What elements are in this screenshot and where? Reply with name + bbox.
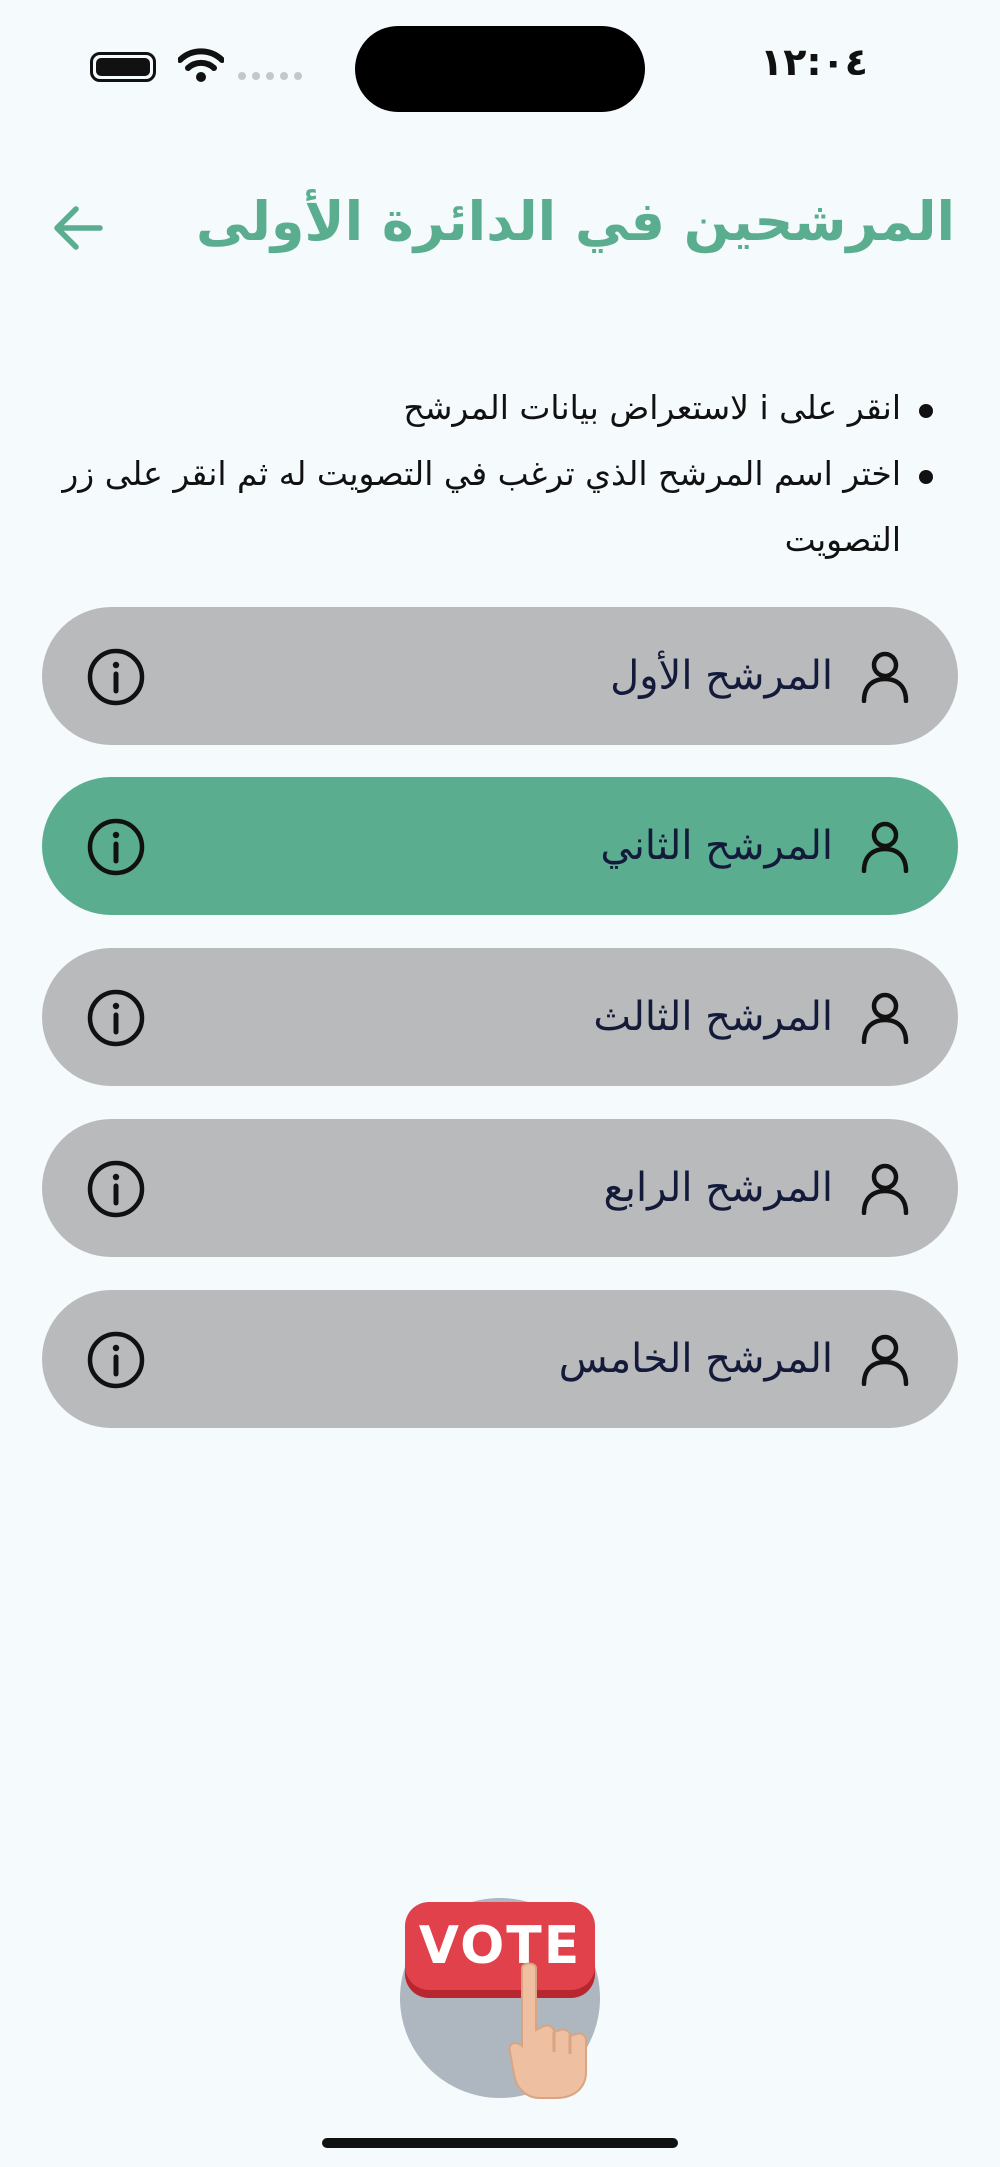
user-icon — [861, 1334, 909, 1386]
candidate-item-2[interactable]: المرشح الثاني — [42, 777, 958, 915]
instruction-item: انقر على i لاستعراض بيانات المرشح — [55, 375, 935, 441]
candidate-name: المرشح الخامس — [558, 1336, 833, 1382]
candidate-name: المرشح الثالث — [593, 994, 833, 1040]
candidate-name: المرشح الثاني — [600, 823, 833, 869]
page-title: المرشحين في الدائرة الأولى — [195, 190, 955, 253]
wifi-icon — [178, 48, 224, 82]
status-bar: ١٢:٠٤ — [0, 0, 1000, 140]
vote-button[interactable] — [400, 1898, 600, 2098]
user-icon — [861, 651, 909, 703]
user-icon — [861, 992, 909, 1044]
user-icon — [861, 1163, 909, 1215]
candidate-item-4[interactable]: المرشح الرابع — [42, 1119, 958, 1257]
instructions-list: انقر على i لاستعراض بيانات المرشح اختر ا… — [55, 375, 935, 573]
signal-dots-icon — [238, 72, 302, 80]
info-icon[interactable] — [86, 817, 146, 877]
candidate-name: المرشح الأول — [610, 653, 833, 699]
dynamic-island — [355, 26, 645, 112]
info-icon[interactable] — [86, 1330, 146, 1390]
info-icon[interactable] — [86, 647, 146, 707]
info-icon[interactable] — [86, 988, 146, 1048]
arrow-left-icon[interactable] — [50, 200, 106, 256]
candidate-item-3[interactable]: المرشح الثالث — [42, 948, 958, 1086]
home-indicator — [322, 2138, 678, 2148]
user-icon — [861, 821, 909, 873]
candidate-name: المرشح الرابع — [603, 1165, 833, 1211]
info-icon[interactable] — [86, 1159, 146, 1219]
candidate-item-5[interactable]: المرشح الخامس — [42, 1290, 958, 1428]
status-time: ١٢:٠٤ — [760, 40, 868, 84]
candidate-item-1[interactable]: المرشح الأول — [42, 607, 958, 745]
battery-icon — [90, 52, 156, 82]
instruction-item: اختر اسم المرشح الذي ترغب في التصويت له … — [55, 441, 935, 573]
